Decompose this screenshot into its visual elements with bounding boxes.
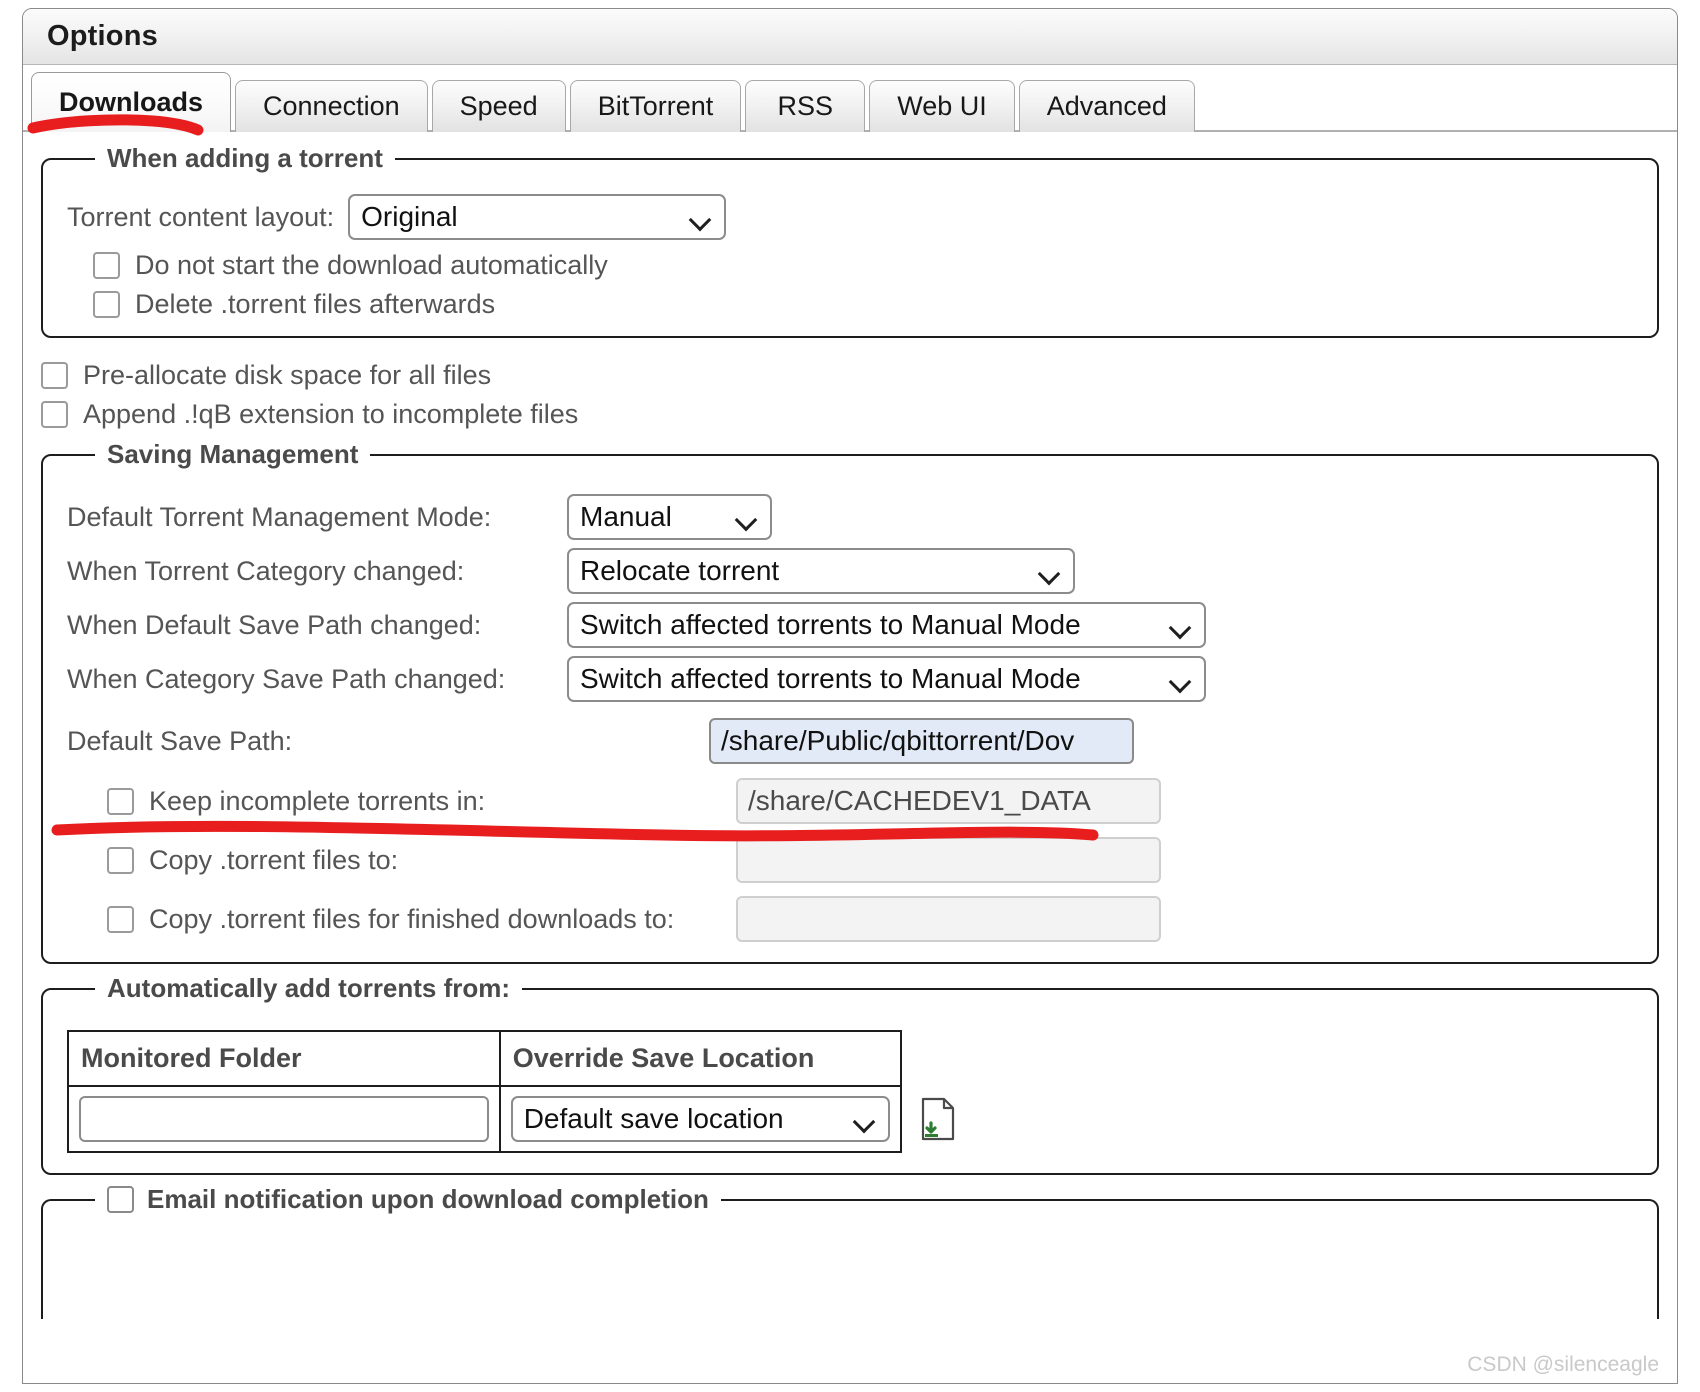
torrent-content-layout-select[interactable]: Original bbox=[348, 194, 727, 240]
group-when-adding-a-torrent: When adding a torrent Torrent content la… bbox=[41, 143, 1659, 338]
tab-bittorrent[interactable]: BitTorrent bbox=[569, 80, 742, 132]
options-window: Options Downloads Connection Speed BitTo… bbox=[22, 8, 1678, 1384]
category-changed-row: When Torrent Category changed: Relocate … bbox=[67, 548, 1633, 594]
copy-torrent-files-input[interactable] bbox=[736, 837, 1161, 883]
keep-incomplete-value: /share/CACHEDEV1_DATA bbox=[748, 785, 1091, 816]
tab-speed-label: Speed bbox=[459, 91, 538, 121]
category-changed-select[interactable]: Relocate torrent bbox=[567, 548, 1075, 594]
col-monitored-folder: Monitored Folder bbox=[67, 1030, 501, 1087]
pre-allocate-label: Pre-allocate disk space for all files bbox=[83, 360, 492, 390]
chevron-down-icon bbox=[1172, 620, 1191, 631]
tab-strip: Downloads Connection Speed BitTorrent RS… bbox=[31, 65, 1677, 132]
group-auto-add-legend: Automatically add torrents from: bbox=[95, 973, 523, 1004]
default-tmm-select[interactable]: Manual bbox=[567, 494, 772, 540]
override-save-location-value: Default save location bbox=[523, 1103, 784, 1134]
chevron-down-icon bbox=[1041, 566, 1060, 577]
default-tmm-label: Default Torrent Management Mode: bbox=[67, 501, 492, 532]
group-when-adding-legend: When adding a torrent bbox=[95, 143, 395, 174]
window-title: Options bbox=[47, 20, 158, 52]
table-row: Default save location bbox=[67, 1085, 903, 1153]
delete-torrent-files-checkbox[interactable] bbox=[93, 291, 120, 318]
category-save-path-changed-value: Switch affected torrents to Manual Mode bbox=[580, 663, 1081, 694]
copy-torrent-files-checkbox[interactable] bbox=[107, 846, 134, 874]
tab-advanced-label: Advanced bbox=[1046, 91, 1167, 121]
add-folder-icon[interactable] bbox=[920, 1097, 958, 1141]
copy-torrent-files-row: Copy .torrent files to: bbox=[67, 837, 1633, 883]
default-save-path-value: /share/Public/qbittorrent/Dov bbox=[721, 725, 1075, 756]
default-tmm-value: Manual bbox=[580, 501, 672, 532]
default-save-path-changed-select[interactable]: Switch affected torrents to Manual Mode bbox=[567, 602, 1206, 648]
email-notification-label: Email notification upon download complet… bbox=[147, 1184, 709, 1214]
group-saving-management: Saving Management Default Torrent Manage… bbox=[41, 439, 1659, 964]
monitored-folder-input[interactable] bbox=[79, 1096, 489, 1142]
append-qb-extension-label: Append .!qB extension to incomplete file… bbox=[83, 399, 579, 429]
tab-downloads-label: Downloads bbox=[59, 87, 204, 117]
tab-connection-label: Connection bbox=[263, 91, 400, 121]
category-save-path-changed-row: When Category Save Path changed: Switch … bbox=[67, 656, 1633, 702]
pre-allocate-checkbox[interactable] bbox=[41, 362, 68, 389]
copy-torrent-files-label: Copy .torrent files to: bbox=[149, 844, 399, 875]
keep-incomplete-input[interactable]: /share/CACHEDEV1_DATA bbox=[736, 778, 1161, 824]
group-email-notification: Email notification upon download complet… bbox=[41, 1184, 1659, 1319]
chevron-down-icon bbox=[692, 212, 711, 223]
copy-finished-torrent-files-checkbox[interactable] bbox=[107, 905, 134, 933]
default-save-path-changed-row: When Default Save Path changed: Switch a… bbox=[67, 602, 1633, 648]
auto-add-table-wrap: Monitored Folder Override Save Location bbox=[67, 1024, 1633, 1153]
group-saving-management-legend: Saving Management bbox=[95, 439, 371, 470]
keep-incomplete-row: Keep incomplete torrents in: /share/CACH… bbox=[67, 778, 1633, 824]
cell-monitored-folder bbox=[67, 1085, 501, 1153]
delete-torrent-files-row[interactable]: Delete .torrent files afterwards bbox=[67, 289, 1633, 320]
monitored-folders-table: Monitored Folder Override Save Location bbox=[67, 1030, 903, 1153]
group-auto-add-torrents: Automatically add torrents from: Monitor… bbox=[41, 973, 1659, 1175]
category-save-path-changed-select[interactable]: Switch affected torrents to Manual Mode bbox=[567, 656, 1206, 702]
default-tmm-row: Default Torrent Management Mode: Manual bbox=[67, 494, 1633, 540]
category-changed-label: When Torrent Category changed: bbox=[67, 555, 465, 586]
tab-bittorrent-label: BitTorrent bbox=[597, 91, 714, 121]
append-qb-extension-row[interactable]: Append .!qB extension to incomplete file… bbox=[41, 399, 1659, 430]
email-notification-checkbox[interactable] bbox=[107, 1186, 134, 1213]
chevron-down-icon bbox=[856, 1114, 875, 1125]
torrent-content-layout-label: Torrent content layout: bbox=[67, 201, 335, 232]
tab-downloads[interactable]: Downloads bbox=[31, 72, 232, 132]
do-not-start-download-checkbox[interactable] bbox=[93, 252, 120, 279]
keep-incomplete-checkbox[interactable] bbox=[107, 787, 134, 815]
csdn-watermark: CSDN @silenceagle bbox=[1467, 1353, 1659, 1376]
torrent-content-layout-value: Original bbox=[361, 201, 458, 232]
default-save-path-label: Default Save Path: bbox=[67, 725, 293, 756]
default-save-path-changed-label: When Default Save Path changed: bbox=[67, 609, 482, 640]
default-save-path-row: Default Save Path: /share/Public/qbittor… bbox=[67, 718, 1633, 764]
keep-incomplete-label: Keep incomplete torrents in: bbox=[149, 785, 486, 816]
pre-allocate-row[interactable]: Pre-allocate disk space for all files bbox=[41, 360, 1659, 391]
tab-rss[interactable]: RSS bbox=[745, 80, 866, 132]
window-titlebar: Options bbox=[23, 9, 1677, 65]
tab-webui[interactable]: Web UI bbox=[869, 80, 1015, 132]
cell-override-save-location: Default save location bbox=[498, 1085, 903, 1153]
do-not-start-download-row[interactable]: Do not start the download automatically bbox=[67, 250, 1633, 281]
default-save-path-changed-value: Switch affected torrents to Manual Mode bbox=[580, 609, 1081, 640]
tab-advanced[interactable]: Advanced bbox=[1018, 80, 1195, 132]
torrent-content-layout-row: Torrent content layout: Original bbox=[67, 194, 1633, 240]
chevron-down-icon bbox=[738, 512, 757, 523]
tab-webui-label: Web UI bbox=[897, 91, 987, 121]
group-email-notification-legend: Email notification upon download complet… bbox=[95, 1184, 721, 1215]
category-save-path-changed-label: When Category Save Path changed: bbox=[67, 663, 506, 694]
table-header-row: Monitored Folder Override Save Location bbox=[67, 1030, 903, 1087]
default-save-path-input[interactable]: /share/Public/qbittorrent/Dov bbox=[709, 718, 1134, 764]
delete-torrent-files-label: Delete .torrent files afterwards bbox=[135, 289, 496, 319]
tab-connection[interactable]: Connection bbox=[235, 80, 428, 132]
override-save-location-select[interactable]: Default save location bbox=[510, 1096, 890, 1142]
tab-rss-label: RSS bbox=[777, 91, 834, 121]
chevron-down-icon bbox=[1172, 674, 1191, 685]
col-override-save-location: Override Save Location bbox=[498, 1030, 903, 1087]
tab-bar: Downloads Connection Speed BitTorrent RS… bbox=[23, 65, 1677, 132]
copy-finished-torrent-files-input[interactable] bbox=[736, 896, 1161, 942]
tab-speed[interactable]: Speed bbox=[431, 80, 566, 132]
downloads-panel: When adding a torrent Torrent content la… bbox=[23, 143, 1677, 1319]
copy-finished-torrent-files-row: Copy .torrent files for finished downloa… bbox=[67, 896, 1633, 942]
do-not-start-download-label: Do not start the download automatically bbox=[135, 250, 608, 280]
category-changed-value: Relocate torrent bbox=[580, 555, 780, 586]
append-qb-extension-checkbox[interactable] bbox=[41, 401, 68, 428]
copy-finished-torrent-files-label: Copy .torrent files for finished downloa… bbox=[149, 903, 675, 934]
